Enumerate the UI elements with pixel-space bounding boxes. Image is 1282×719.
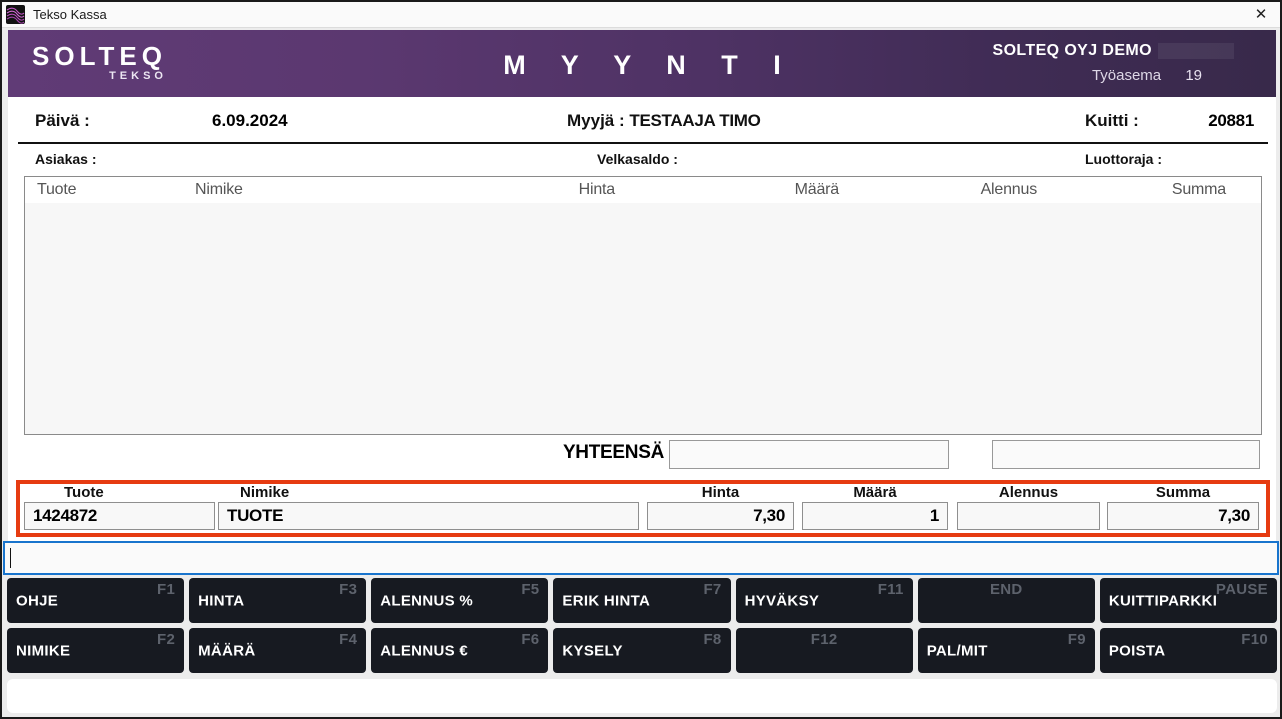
fkey-label: KYSELY [562, 642, 623, 659]
column-header-3: Määrä [794, 181, 840, 198]
entry-label-tuote: Tuote [64, 484, 104, 501]
date-value: 6.09.2024 [212, 111, 288, 130]
workstation-number: 19 [1185, 67, 1202, 84]
fkey-label: OHJE [16, 592, 59, 609]
fkey-key-caption: F9 [1067, 631, 1086, 648]
fkey-key-caption: F2 [157, 631, 176, 648]
entry-field-alennus: Alennus [957, 484, 1100, 533]
text-cursor [10, 548, 11, 568]
fkey-label: HINTA [198, 592, 245, 609]
fkey-label: HYVÄKSY [744, 592, 820, 609]
entry-label-alennus: Alennus [998, 484, 1059, 501]
entry-label-summa: Summa [1155, 484, 1211, 501]
receipt-number: 20881 [1208, 111, 1254, 130]
fkey-hyväksy[interactable]: F11 HYVÄKSY [735, 578, 913, 623]
fkey-label: NIMIKE [16, 642, 71, 659]
sales-lines-table: Tuote Nimike Hinta Määrä Alennus Summa [24, 176, 1262, 435]
entry-input-summa[interactable]: 7,30 [1107, 502, 1259, 530]
fkey-label: ERIK HINTA [562, 592, 651, 609]
content-panel: Päivä : 6.09.2024 Myyjä : TESTAAJA TIMO … [8, 97, 1276, 541]
fkey-kysely[interactable]: F8 KYSELY [553, 628, 731, 673]
entry-field-summa: Summa 7,30 [1107, 484, 1259, 533]
seller-label: Myyjä : [567, 111, 625, 130]
fkey-label: KUITTIPARKKI [1108, 592, 1218, 609]
fkey-key-caption: F8 [703, 631, 722, 648]
fkey-key-caption: F11 [877, 581, 904, 598]
active-line-entry-frame: Tuote 1424872 Nimike TUOTE Hinta 7,30 Määrä 1 Al… [16, 480, 1270, 537]
fkey-key-caption: END [989, 581, 1023, 598]
fkey-määrä[interactable]: F4 MÄÄRÄ [189, 628, 367, 673]
fkey-key-caption: F5 [521, 581, 540, 598]
debt-label: Velkasaldo : [597, 151, 678, 167]
fkey-key-caption: F7 [703, 581, 722, 598]
entry-input-tuote[interactable]: 1424872 [24, 502, 215, 530]
receipt-label: Kuitti : [1085, 111, 1139, 130]
column-header-2: Hinta [578, 181, 616, 198]
entry-label-nimike: Nimike [240, 484, 290, 501]
fkey-nimike[interactable]: F2 NIMIKE [7, 628, 185, 673]
fkey-label: ALENNUS % [380, 592, 473, 609]
app-header: SOLTEQ TEKSO M Y Y N T I SOLTEQ OYJ DEMO… [8, 30, 1276, 97]
fkey-f12[interactable]: F12 [735, 628, 913, 673]
entry-input-alennus[interactable] [957, 502, 1100, 530]
credit-label: Luottoraja : [1085, 151, 1162, 167]
command-input[interactable] [3, 541, 1279, 575]
fkey-key-caption: F4 [339, 631, 358, 648]
close-icon[interactable]: ✕ [1250, 4, 1272, 26]
function-key-grid: F1 OHJE F3 HINTA F5 ALENNUS % F7 ERIK HINTA F11 H… [7, 578, 1277, 673]
window-title: Tekso Kassa [33, 7, 107, 22]
entry-field-hinta: Hinta 7,30 [647, 484, 794, 533]
fkey-key-caption: F10 [1241, 631, 1268, 648]
fkey-end[interactable]: END [917, 578, 1095, 623]
fkey-alennus-€[interactable]: F6 ALENNUS € [371, 628, 549, 673]
fkey-pal-mit[interactable]: F9 PAL/MIT [917, 628, 1095, 673]
entry-field-nimike: Nimike TUOTE [218, 484, 639, 533]
column-header-1: Nimike [195, 181, 243, 198]
divider-line [18, 142, 1268, 144]
entry-label-maara: Määrä [853, 484, 897, 501]
entry-input-maara[interactable]: 1 [802, 502, 948, 530]
entry-label-hinta: Hinta [701, 484, 740, 501]
fkey-erik-hinta[interactable]: F7 ERIK HINTA [553, 578, 731, 623]
fkey-key-caption: F3 [339, 581, 358, 598]
fkey-ohje[interactable]: F1 OHJE [7, 578, 185, 623]
status-bar [7, 679, 1277, 713]
entry-input-hinta[interactable]: 7,30 [647, 502, 794, 530]
fkey-label: POISTA [1108, 642, 1166, 659]
fkey-label: MÄÄRÄ [198, 642, 256, 659]
total-amount-field [669, 440, 949, 469]
fkey-poista[interactable]: F10 POISTA [1099, 628, 1277, 673]
column-header-5: Summa [1171, 181, 1226, 198]
sales-table-header: Tuote Nimike Hinta Määrä Alennus Summa [25, 177, 1261, 203]
fkey-key-caption: F12 [810, 631, 838, 648]
fkey-alennus-%[interactable]: F5 ALENNUS % [371, 578, 549, 623]
customer-label: Asiakas : [35, 151, 97, 167]
header-right-block: SOLTEQ OYJ DEMO Työasema 19 [992, 42, 1234, 84]
total-secondary-field [992, 440, 1260, 469]
total-label: YHTEENSÄ [562, 442, 664, 463]
fkey-label: PAL/MIT [926, 642, 988, 659]
title-bar: Tekso Kassa ✕ [2, 2, 1280, 28]
fkey-key-caption: F1 [157, 581, 176, 598]
app-window: Tekso Kassa ✕ SOLTEQ TEKSO M Y Y N T I S… [0, 0, 1282, 719]
date-label: Päivä : [35, 111, 90, 130]
fkey-kuittiparkki[interactable]: PAUSE KUITTIPARKKI [1099, 578, 1277, 623]
column-header-0: Tuote [37, 181, 77, 198]
fkey-key-caption: F6 [521, 631, 540, 648]
fkey-hinta[interactable]: F3 HINTA [189, 578, 367, 623]
entry-field-tuote: Tuote 1424872 [24, 484, 215, 533]
column-header-4: Alennus [980, 181, 1038, 198]
entry-field-maara: Määrä 1 [802, 484, 948, 533]
app-logo-icon [6, 5, 25, 24]
fkey-key-caption: PAUSE [1215, 581, 1268, 598]
seller-line: Myyjä : TESTAAJA TIMO [567, 111, 761, 131]
seller-value: TESTAAJA TIMO [629, 111, 761, 130]
fkey-label: ALENNUS € [380, 642, 468, 659]
entry-input-nimike[interactable]: TUOTE [218, 502, 639, 530]
sales-table-body [25, 203, 1261, 434]
header-empty-field [1158, 43, 1234, 59]
workstation-label: Työasema [1091, 67, 1162, 84]
company-name: SOLTEQ OYJ DEMO [992, 42, 1152, 59]
